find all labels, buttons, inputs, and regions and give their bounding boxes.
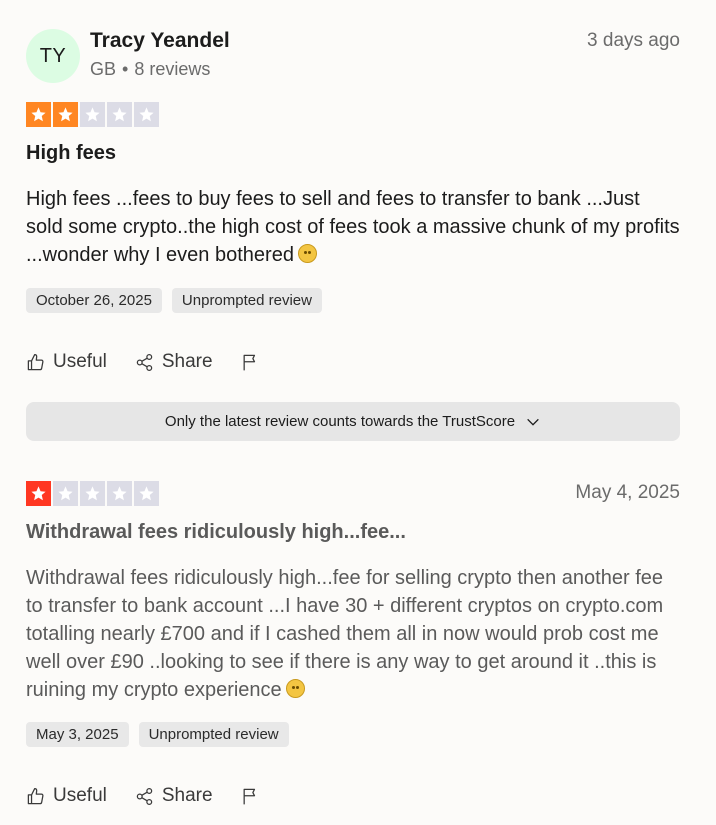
experience-date-badge: May 3, 2025	[26, 722, 129, 747]
avatar-initials: TY	[39, 44, 67, 67]
reviewer-name[interactable]: Tracy Yeandel	[90, 29, 230, 53]
report-button[interactable]	[241, 787, 260, 806]
review-posted-date: May 4, 2025	[575, 482, 680, 503]
trustscore-notice[interactable]: Only the latest review counts towards th…	[26, 402, 680, 441]
monocle-face-emoji-icon	[298, 244, 318, 263]
useful-button[interactable]: Useful	[26, 351, 107, 373]
review-actions: Useful Share	[26, 351, 260, 373]
share-label: Share	[161, 351, 213, 372]
star-icon	[26, 481, 51, 506]
share-icon	[136, 787, 153, 805]
share-label: Share	[161, 785, 213, 806]
experience-date-badge: October 26, 2025	[26, 288, 162, 313]
share-button[interactable]: Share	[135, 351, 213, 373]
review-body: Withdrawal fees ridiculously high...fee …	[26, 564, 680, 704]
review-text: High fees ...fees to buy fees to sell an…	[26, 188, 680, 266]
review-text: Withdrawal fees ridiculously high...fee …	[26, 567, 664, 701]
star-rating	[26, 102, 159, 127]
review-tags: October 26, 2025 Unprompted review	[26, 288, 322, 313]
unprompted-review-badge[interactable]: Unprompted review	[138, 722, 289, 747]
review-title[interactable]: Withdrawal fees ridiculously high...fee.…	[26, 521, 406, 544]
share-button[interactable]: Share	[135, 785, 213, 807]
star-icon	[80, 481, 105, 506]
useful-button[interactable]: Useful	[26, 785, 107, 807]
star-icon	[53, 102, 78, 127]
review-tags: May 3, 2025 Unprompted review	[26, 722, 289, 747]
trustscore-notice-text: Only the latest review counts towards th…	[164, 413, 516, 430]
review-body: High fees ...fees to buy fees to sell an…	[26, 185, 680, 269]
chevron-down-icon	[527, 418, 539, 426]
unprompted-review-badge[interactable]: Unprompted review	[171, 288, 322, 313]
star-rating	[26, 481, 159, 506]
thinking-face-emoji-icon	[286, 679, 306, 698]
thumbs-up-icon	[27, 787, 44, 804]
avatar[interactable]: TY	[26, 29, 80, 83]
review-posted-date: 3 days ago	[587, 30, 680, 51]
star-icon	[26, 102, 51, 127]
star-icon	[134, 102, 159, 127]
star-icon	[107, 102, 132, 127]
star-icon	[80, 102, 105, 127]
star-icon	[134, 481, 159, 506]
flag-icon	[243, 354, 255, 370]
report-button[interactable]	[241, 353, 260, 372]
reviewer-country: GB	[90, 59, 117, 79]
flag-icon	[243, 788, 255, 804]
star-icon	[107, 481, 132, 506]
useful-label: Useful	[53, 351, 107, 372]
review-actions: Useful Share	[26, 785, 260, 807]
share-icon	[136, 353, 153, 371]
review-title[interactable]: High fees	[26, 142, 116, 165]
thumbs-up-icon	[27, 353, 44, 370]
reviewer-meta: GB • 8 reviews	[90, 59, 210, 80]
reviewer-reviews-count: 8 reviews	[134, 59, 211, 79]
meta-separator: •	[122, 59, 129, 79]
useful-label: Useful	[53, 785, 107, 806]
star-icon	[53, 481, 78, 506]
